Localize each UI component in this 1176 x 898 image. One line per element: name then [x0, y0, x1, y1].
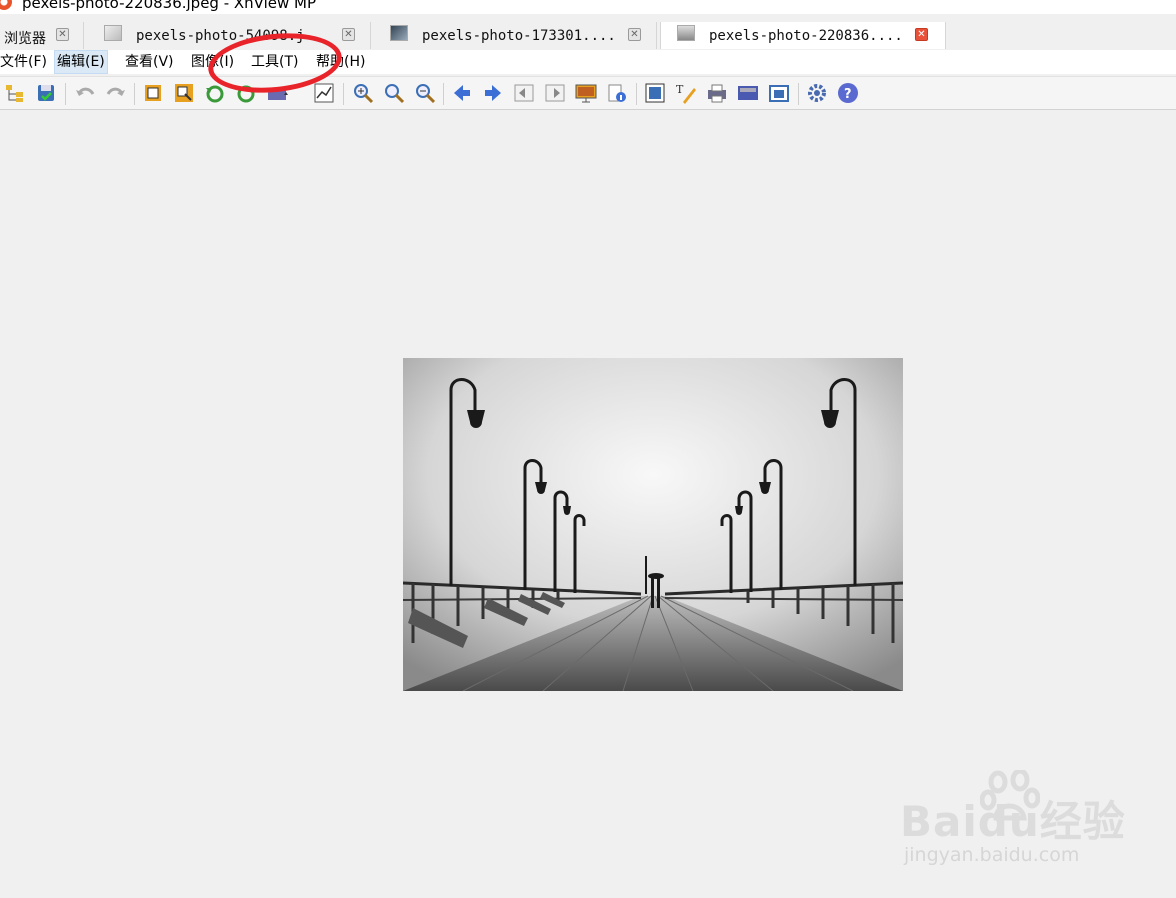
- print-icon[interactable]: [706, 82, 728, 104]
- menu-bar: 文件(F) 编辑(E) 查看(V) 图像(I) 工具(T) 帮助(H): [0, 50, 1176, 74]
- close-icon[interactable]: ✕: [56, 28, 69, 41]
- tab-label: pexels-photo-173301....: [422, 28, 616, 44]
- xnview-app-icon: [0, 0, 12, 10]
- svg-text:T: T: [676, 83, 684, 96]
- zoom-fit-icon[interactable]: [383, 82, 405, 104]
- info-icon[interactable]: [606, 82, 628, 104]
- baidu-watermark: Baidu经验 jingyan.baidu.com: [900, 768, 1125, 870]
- watermark-url: jingyan.baidu.com: [904, 844, 1080, 866]
- pier-photo: [402, 358, 904, 692]
- menu-edit[interactable]: 编辑(E): [54, 50, 108, 74]
- next-icon[interactable]: [482, 82, 504, 104]
- first-icon[interactable]: [513, 82, 535, 104]
- watermark-main: Baidu经验: [900, 797, 1126, 846]
- help-icon[interactable]: ?: [837, 82, 859, 104]
- thumbnail-icon: [390, 25, 408, 41]
- title-bar: pexels-photo-220836.jpeg - XnView MP: [0, 0, 1176, 14]
- zoom-in-icon[interactable]: [352, 82, 374, 104]
- menu-view[interactable]: 查看(V): [123, 51, 176, 73]
- zoom-out-icon[interactable]: [414, 82, 436, 104]
- resize-icon[interactable]: [173, 82, 195, 104]
- fullscreen-icon[interactable]: [644, 82, 666, 104]
- settings-icon[interactable]: [806, 82, 828, 104]
- close-icon[interactable]: ✕: [342, 28, 355, 41]
- tab-label: pexels-photo-220836....: [709, 28, 903, 44]
- crop-icon[interactable]: [142, 82, 164, 104]
- close-icon[interactable]: ✕: [628, 28, 641, 41]
- browser-icon[interactable]: [4, 82, 26, 104]
- levels-icon[interactable]: [313, 82, 335, 104]
- window-title: pexels-photo-220836.jpeg - XnView MP: [22, 0, 317, 12]
- capture-icon[interactable]: [768, 82, 790, 104]
- svg-text:?: ?: [844, 87, 852, 102]
- tab-photo-173301[interactable]: pexels-photo-173301.... ✕: [374, 22, 657, 49]
- redo-icon[interactable]: [105, 82, 127, 104]
- menu-file[interactable]: 文件(F): [0, 51, 49, 73]
- thumbnail-icon: [104, 25, 122, 41]
- last-icon[interactable]: [544, 82, 566, 104]
- save-icon[interactable]: [35, 82, 57, 104]
- thumbnail-icon: [677, 25, 695, 41]
- edit-text-icon[interactable]: T: [675, 82, 697, 104]
- tab-photo-220836[interactable]: pexels-photo-220836.... ✕: [660, 22, 946, 49]
- close-icon[interactable]: ✕: [915, 28, 928, 41]
- undo-icon[interactable]: [74, 82, 96, 104]
- scan-icon[interactable]: [737, 82, 759, 104]
- tab-browser[interactable]: 浏览器 ✕: [0, 22, 84, 49]
- tab-label: 浏览器: [4, 31, 46, 47]
- slideshow-icon[interactable]: [575, 82, 597, 104]
- toolbar: T ?: [0, 76, 1176, 110]
- tab-bar: 浏览器 ✕ pexels-photo-54098.j ✕ pexels-phot…: [0, 20, 1176, 51]
- prev-icon[interactable]: [451, 82, 473, 104]
